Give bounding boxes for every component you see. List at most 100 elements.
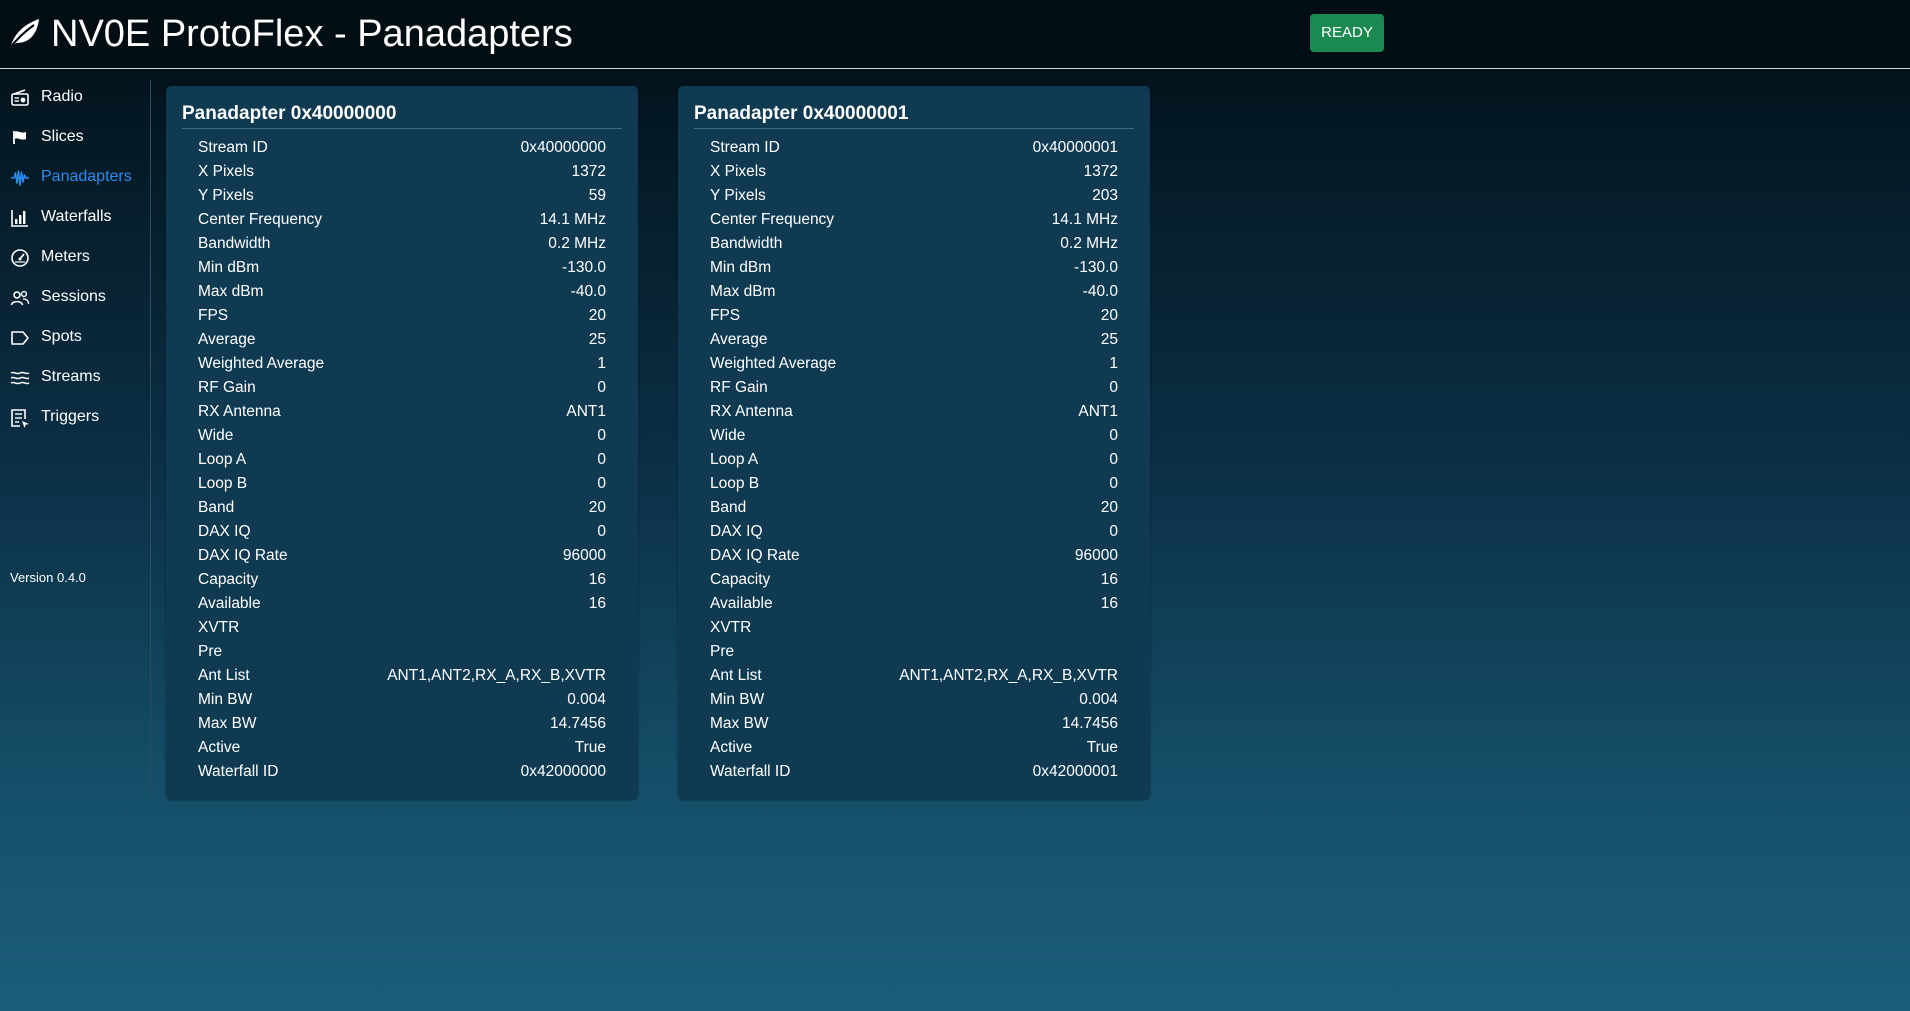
bar-chart-icon (11, 210, 28, 227)
property-value: 203 (1092, 187, 1118, 204)
property-label: Y Pixels (710, 187, 766, 204)
property-label: RF Gain (710, 379, 768, 396)
property-row: Center Frequency 14.1 MHz (198, 208, 606, 232)
property-row: X Pixels 1372 (710, 160, 1118, 184)
property-value: 20 (588, 499, 606, 516)
property-label: Waterfall ID (198, 763, 279, 780)
sidebar-item-triggers[interactable]: Triggers (0, 400, 149, 434)
property-label: RX Antenna (198, 403, 281, 420)
property-row: Loop B 0 (198, 472, 606, 496)
property-value: 20 (1100, 307, 1118, 324)
property-value: 1 (1109, 355, 1118, 372)
property-row: Active True (198, 736, 606, 760)
property-row: Ant List ANT1,ANT2,RX_A,RX_B,XVTR (710, 664, 1118, 688)
property-value: 0.004 (567, 691, 606, 708)
page-title: NV0E ProtoFlex - Panadapters (51, 13, 573, 55)
property-label: RX Antenna (710, 403, 793, 420)
property-list: Stream ID 0x40000000 X Pixels 1372 Y Pixels 5… (198, 136, 606, 784)
property-row: Available 16 (710, 592, 1118, 616)
sidebar-item-spots[interactable]: Spots (0, 320, 149, 354)
property-label: Max dBm (710, 283, 776, 300)
property-row: RF Gain 0 (198, 376, 606, 400)
property-value: 0.2 MHz (548, 235, 606, 252)
property-row: Y Pixels 59 (198, 184, 606, 208)
panadapter-card: Panadapter 0x40000001 Stream ID 0x4000000… (678, 86, 1150, 800)
property-row: DAX IQ 0 (710, 520, 1118, 544)
version-label: Version 0.4.0 (10, 570, 86, 585)
sidebar-item-sessions[interactable]: Sessions (0, 280, 149, 314)
property-value: 0 (1109, 475, 1118, 492)
waves-icon (10, 371, 30, 385)
sidebar-item-label: Panadapters (41, 168, 132, 185)
property-row: Pre (710, 640, 1118, 664)
property-label: Band (710, 499, 747, 516)
property-value: ANT1 (566, 403, 606, 420)
property-row: Available 16 (198, 592, 606, 616)
property-row: RX Antenna ANT1 (710, 400, 1118, 424)
property-value: 0 (597, 427, 606, 444)
property-label: Loop B (710, 475, 760, 492)
gauge-icon (11, 249, 29, 267)
property-value: 59 (588, 187, 606, 204)
property-row: Bandwidth 0.2 MHz (198, 232, 606, 256)
property-label: Weighted Average (198, 355, 325, 372)
property-label: DAX IQ (198, 523, 251, 540)
property-row: DAX IQ 0 (198, 520, 606, 544)
property-label: Waterfall ID (710, 763, 791, 780)
card-title: Panadapter 0x40000000 (182, 102, 622, 129)
property-label: Capacity (710, 571, 771, 588)
property-value: 0x42000001 (1032, 763, 1118, 780)
card-title: Panadapter 0x40000001 (694, 102, 1134, 129)
property-value: 0 (1109, 451, 1118, 468)
property-value: 96000 (1074, 547, 1118, 564)
property-label: Min BW (710, 691, 765, 708)
property-row: DAX IQ Rate 96000 (710, 544, 1118, 568)
property-label: Center Frequency (198, 211, 323, 228)
sidebar-item-panadapters[interactable]: Panadapters (0, 160, 149, 194)
property-value: 0x40000000 (520, 139, 606, 156)
property-value: 96000 (562, 547, 606, 564)
property-label: Stream ID (198, 139, 268, 156)
property-label: Stream ID (710, 139, 780, 156)
property-value: 0 (1109, 523, 1118, 540)
radio-icon (11, 89, 29, 106)
sidebar-item-streams[interactable]: Streams (0, 360, 149, 394)
property-label: X Pixels (198, 163, 254, 180)
property-row: Weighted Average 1 (710, 352, 1118, 376)
property-label: Pre (710, 643, 735, 660)
property-label: Min dBm (198, 259, 260, 276)
property-row: RX Antenna ANT1 (198, 400, 606, 424)
property-row: Capacity 16 (710, 568, 1118, 592)
property-value: -40.0 (570, 283, 606, 300)
property-value: 14.1 MHz (1051, 211, 1118, 228)
property-label: Average (198, 331, 256, 348)
sidebar-item-radio[interactable]: Radio (0, 80, 149, 114)
property-label: X Pixels (710, 163, 766, 180)
property-row: Stream ID 0x40000000 (198, 136, 606, 160)
property-value: 25 (588, 331, 606, 348)
property-label: Loop A (198, 451, 247, 468)
property-label: DAX IQ Rate (198, 547, 288, 564)
sidebar-item-slices[interactable]: Slices (0, 120, 149, 154)
property-row: Min BW 0.004 (198, 688, 606, 712)
waveform-icon (11, 170, 29, 186)
property-label: Active (710, 739, 753, 756)
property-value: 0x40000001 (1032, 139, 1118, 156)
sidebar-item-meters[interactable]: Meters (0, 240, 149, 274)
property-value: 0 (1109, 427, 1118, 444)
property-label: XVTR (710, 619, 752, 636)
property-value: 0 (1109, 379, 1118, 396)
property-row: Loop B 0 (710, 472, 1118, 496)
property-value: 25 (1100, 331, 1118, 348)
property-label: FPS (710, 307, 741, 324)
checklist-icon (11, 409, 29, 428)
property-row: Pre (198, 640, 606, 664)
sidebar-item-waterfalls[interactable]: Waterfalls (0, 200, 149, 234)
property-value: ANT1,ANT2,RX_A,RX_B,XVTR (387, 667, 606, 684)
property-label: Center Frequency (710, 211, 835, 228)
property-value: 16 (588, 595, 606, 612)
property-row: Waterfall ID 0x42000000 (198, 760, 606, 784)
property-label: Active (198, 739, 241, 756)
property-value: -40.0 (1082, 283, 1118, 300)
property-value: 20 (1100, 499, 1118, 516)
